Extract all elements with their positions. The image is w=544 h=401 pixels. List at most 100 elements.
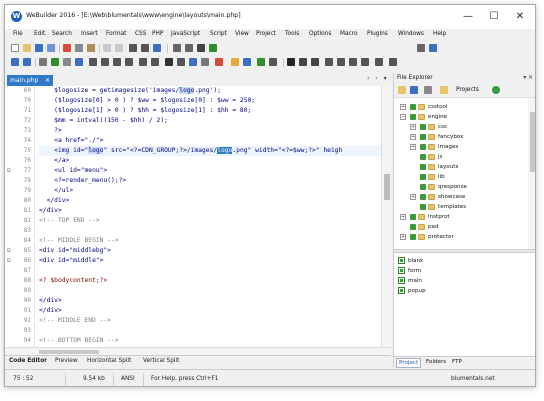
file-item-form[interactable]: form [398, 266, 421, 276]
input-icon[interactable] [139, 58, 147, 66]
tab-code-editor[interactable]: Code Editor [9, 358, 47, 364]
fold-toggle-icon[interactable]: ⊟ [7, 256, 11, 266]
menu-insert[interactable]: Insert [81, 31, 98, 37]
menu-php[interactable]: PHP [152, 31, 163, 37]
menu-plugins[interactable]: Plugins [367, 31, 388, 37]
tree-scrollbar[interactable] [528, 98, 535, 249]
file-item-popup[interactable]: popup [398, 286, 426, 296]
tree-item-protector[interactable]: + protector [400, 232, 454, 242]
align-justify-icon[interactable] [361, 58, 369, 66]
maximize-button[interactable]: ☐ [481, 9, 507, 25]
tab-project[interactable]: Project [396, 358, 422, 368]
scrollbar-thumb[interactable] [530, 112, 535, 172]
tree-item-csstool[interactable]: + csstool [400, 102, 448, 112]
paragraph-icon[interactable] [89, 58, 97, 66]
spellcheck-icon[interactable] [257, 58, 265, 66]
menu-project[interactable]: Project [256, 31, 276, 37]
editor-vertical-scrollbar[interactable] [381, 86, 391, 347]
panel-pin-close[interactable]: ▾ ✕ [523, 73, 533, 84]
emoji-icon[interactable] [231, 58, 239, 66]
expand-toggle-icon[interactable]: + [400, 214, 406, 220]
panel-splitter[interactable] [394, 249, 535, 253]
replace-icon[interactable] [185, 44, 193, 52]
new-file-icon[interactable] [11, 44, 19, 52]
cut-icon[interactable] [63, 44, 71, 52]
copy-icon[interactable] [75, 44, 83, 52]
tab-horizontal-split[interactable]: Horizontal Split [87, 358, 131, 364]
menu-help[interactable]: Help [433, 31, 446, 37]
more-tools-icon[interactable] [389, 58, 397, 66]
close-button[interactable]: ✕ [507, 9, 533, 25]
paste-icon[interactable] [87, 44, 95, 52]
image-icon[interactable] [51, 58, 59, 66]
expand-toggle-icon[interactable]: + [410, 194, 416, 200]
menu-windows[interactable]: Windows [398, 31, 424, 37]
fold-toggle-icon[interactable]: ⊟ [7, 246, 11, 256]
bold-icon[interactable] [287, 58, 295, 66]
menu-view[interactable]: View [235, 31, 249, 37]
menu-options[interactable]: Options [309, 31, 331, 37]
br-icon[interactable] [165, 58, 173, 66]
tab-close-icon[interactable]: ✕ [45, 75, 50, 86]
align-center-icon[interactable] [337, 58, 345, 66]
color-picker-icon[interactable] [215, 58, 223, 66]
tree-item-fancybox[interactable]: + fancybox [410, 132, 463, 142]
view-options-icon[interactable] [424, 86, 432, 94]
menu-macro[interactable]: Macro [340, 31, 358, 37]
italic-icon[interactable] [299, 58, 307, 66]
hr-icon[interactable] [63, 58, 71, 66]
link-icon[interactable] [75, 58, 83, 66]
menu-tools[interactable]: Tools [285, 31, 299, 37]
underline-icon[interactable] [311, 58, 319, 66]
tree-item-lib[interactable]: lib [410, 172, 445, 182]
code-editor[interactable]: 69 70 71 72 73 74 75 76 ⊟ 77 78 79 80 81 82 83 84 ⊟ 85 ⊟ 86 8… [5, 86, 381, 347]
menu-edit[interactable]: Edit [34, 31, 45, 37]
redo-icon[interactable] [115, 44, 123, 52]
tree-item-css[interactable]: + css [410, 122, 447, 132]
outdent-icon[interactable] [141, 44, 149, 52]
open-project-icon[interactable] [440, 86, 448, 94]
menu-format[interactable]: Format [106, 31, 126, 37]
menu-javascript[interactable]: JavaScript [171, 31, 200, 37]
scrollbar-thumb[interactable] [384, 174, 390, 200]
undo-icon[interactable] [103, 44, 111, 52]
expand-toggle-icon[interactable]: + [410, 124, 416, 130]
table-icon[interactable] [39, 58, 47, 66]
expand-toggle-icon[interactable]: + [400, 234, 406, 240]
nav-forward-icon[interactable] [23, 58, 31, 66]
nbsp-icon[interactable] [177, 58, 185, 66]
indent-icon[interactable] [129, 44, 137, 52]
tab-folders[interactable]: Folders [424, 358, 448, 366]
tab-preview[interactable]: Preview [55, 358, 78, 364]
select-icon[interactable] [151, 58, 159, 66]
tree-item-qresponse[interactable]: qresponse [410, 182, 467, 192]
font-size-icon[interactable] [269, 58, 277, 66]
bookmark-icon[interactable] [197, 44, 205, 52]
expand-toggle-icon[interactable]: − [400, 114, 406, 120]
align-right-icon[interactable] [349, 58, 357, 66]
expand-toggle-icon[interactable]: + [410, 144, 416, 150]
open-folder-icon[interactable] [23, 44, 31, 52]
save-icon[interactable] [35, 44, 43, 52]
menu-search[interactable]: Search [52, 31, 72, 37]
save-all-icon[interactable] [47, 44, 55, 52]
menu-css[interactable]: CSS [135, 31, 146, 37]
network-icon[interactable] [429, 44, 437, 52]
comment-icon[interactable] [201, 58, 209, 66]
tree-item-engine[interactable]: − engine [400, 112, 447, 122]
tree-item-showcase[interactable]: + showcase [410, 192, 465, 202]
anchor-icon[interactable] [189, 58, 197, 66]
expand-toggle-icon[interactable]: + [400, 104, 406, 110]
file-item-blank[interactable]: blank [398, 256, 423, 266]
tab-vertical-split[interactable]: Vertical Split [143, 358, 179, 364]
list-ol-icon[interactable] [101, 58, 109, 66]
heading-icon[interactable] [375, 58, 383, 66]
editor-horizontal-scrollbar[interactable] [5, 347, 391, 355]
new-folder-icon[interactable] [398, 86, 406, 94]
form-icon[interactable] [125, 58, 133, 66]
find-icon[interactable] [173, 44, 181, 52]
tab-ftp[interactable]: FTP [450, 358, 464, 366]
validate-icon[interactable] [209, 44, 217, 52]
menu-script[interactable]: Script [210, 31, 227, 37]
font-color-icon[interactable] [243, 58, 251, 66]
